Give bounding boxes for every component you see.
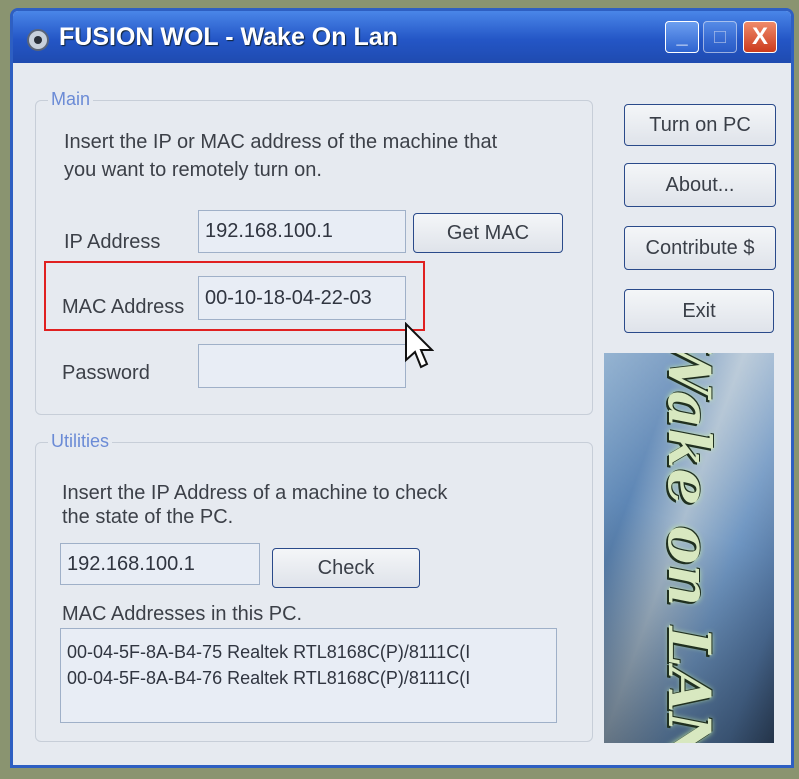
about-button[interactable]: About... [624, 163, 776, 207]
utilities-group-label: Utilities [48, 431, 113, 452]
exit-button[interactable]: Exit [624, 289, 774, 333]
ip-address-label: IP Address [64, 231, 161, 253]
utilities-instructions-line2: the state of the PC. [62, 506, 234, 528]
ip-address-input[interactable] [198, 210, 406, 253]
window-title: FUSION WOL - Wake On Lan [59, 23, 398, 51]
check-button[interactable]: Check [272, 548, 420, 588]
title-bar[interactable]: FUSION WOL - Wake On Lan _ □ X [13, 11, 791, 63]
wake-on-lan-banner: Wake on LAN [604, 353, 774, 743]
password-label: Password [62, 362, 150, 384]
close-button[interactable]: X [743, 21, 777, 53]
main-instructions-line1: Insert the IP or MAC address of the mach… [64, 131, 498, 153]
mac-list-label: MAC Addresses in this PC. [62, 603, 303, 625]
list-item[interactable]: 00-04-5F-8A-B4-75 Realtek RTL8168C(P)/81… [67, 639, 550, 665]
mouse-cursor-icon [405, 322, 434, 369]
banner-text: Wake on LAN [655, 353, 723, 743]
mac-address-list[interactable]: 00-04-5F-8A-B4-75 Realtek RTL8168C(P)/81… [60, 628, 557, 723]
app-icon [27, 29, 49, 51]
contribute-button[interactable]: Contribute $ [624, 226, 776, 270]
get-mac-button[interactable]: Get MAC [413, 213, 563, 253]
minimize-button[interactable]: _ [665, 21, 699, 53]
check-ip-input[interactable] [60, 543, 260, 585]
list-item[interactable]: 00-04-5F-8A-B4-76 Realtek RTL8168C(P)/81… [67, 665, 550, 691]
maximize-button[interactable]: □ [703, 21, 737, 53]
main-instructions-line2: you want to remotely turn on. [64, 159, 322, 181]
mac-address-highlight [44, 261, 425, 331]
utilities-instructions-line1: Insert the IP Address of a machine to ch… [62, 482, 448, 504]
turn-on-pc-button[interactable]: Turn on PC [624, 104, 776, 146]
main-group-label: Main [48, 89, 94, 110]
password-input[interactable] [198, 344, 406, 388]
